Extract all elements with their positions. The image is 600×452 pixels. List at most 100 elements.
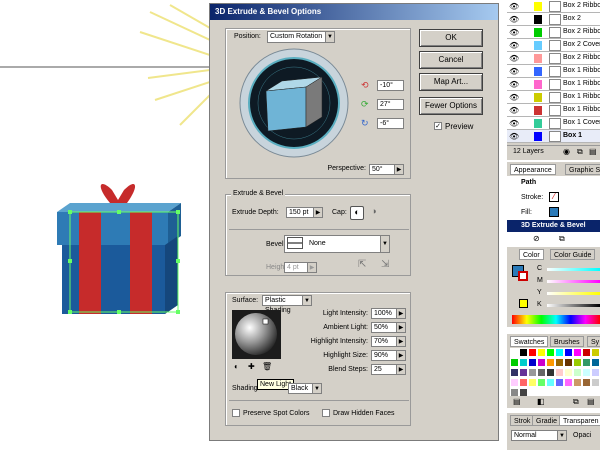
swatch[interactable] (510, 378, 519, 387)
tab-color[interactable]: Color (519, 249, 544, 260)
swatch[interactable] (546, 348, 555, 357)
layer-row[interactable]: 👁 Box 1 Ribbo (507, 104, 600, 117)
swatch[interactable] (591, 378, 600, 387)
move-light-back-icon[interactable]: ◐ (234, 362, 239, 371)
tab-brushes[interactable]: Brushes (550, 336, 584, 347)
tab-transparency[interactable]: Transparen (559, 415, 600, 426)
bevel-dropdown[interactable]: None ▼ (284, 235, 390, 253)
swatch[interactable] (528, 368, 537, 377)
fill-swatch[interactable] (549, 207, 559, 217)
extrude-depth-field[interactable]: 150 pt ▶ (286, 207, 323, 218)
cap-on-icon[interactable]: ◐ (350, 206, 364, 220)
layer-row[interactable]: 👁 Box 2 (507, 13, 600, 26)
swatch[interactable] (582, 348, 591, 357)
swatch-grid[interactable] (510, 348, 600, 397)
new-swatch-icon[interactable]: ⧉ (573, 397, 579, 407)
z-rotation-field[interactable]: -6° (377, 118, 404, 129)
position-dropdown[interactable]: Custom Rotation ▼ (267, 31, 335, 43)
swatch[interactable] (573, 348, 582, 357)
y-rotation-field[interactable]: 27° (377, 99, 404, 110)
preserve-spot-checkbox[interactable] (232, 409, 240, 417)
eye-icon[interactable]: 👁 (509, 2, 519, 11)
delete-layer-icon[interactable]: ▤ (589, 147, 597, 156)
light-intensity-field[interactable]: 100% ▶ (371, 308, 406, 319)
lighting-sphere[interactable] (232, 310, 281, 359)
swatch[interactable] (537, 368, 546, 377)
layer-row[interactable]: 👁 Box 2 Ribbo (507, 0, 600, 13)
tab-swatches[interactable]: Swatches (510, 336, 549, 347)
swatch[interactable] (573, 378, 582, 387)
x-rotation-field[interactable]: -10° (377, 80, 404, 91)
swatch[interactable] (582, 378, 591, 387)
layer-row[interactable]: 👁 Box 2 Cover (507, 39, 600, 52)
new-light-icon[interactable]: ✚ (248, 362, 255, 371)
eye-icon[interactable]: 👁 (509, 41, 519, 50)
swatch-libraries-icon[interactable]: ▤ (513, 397, 521, 406)
swatch[interactable] (555, 378, 564, 387)
draw-hidden-checkbox[interactable] (322, 409, 330, 417)
eye-icon[interactable]: 👁 (509, 93, 519, 102)
layer-row[interactable]: 👁 Box 1 Ribbo (507, 91, 600, 104)
delete-light-icon[interactable]: 🗑 (262, 362, 272, 371)
swatch[interactable] (528, 378, 537, 387)
swatch[interactable] (555, 358, 564, 367)
eye-icon[interactable]: 👁 (509, 15, 519, 24)
swatch[interactable] (510, 368, 519, 377)
swatch[interactable] (519, 378, 528, 387)
cancel-button[interactable]: Cancel (419, 51, 483, 69)
effect-row[interactable]: 3D Extrude & Bevel (507, 220, 600, 232)
swatch[interactable] (564, 348, 573, 357)
swatch[interactable] (573, 368, 582, 377)
layer-row[interactable]: 👁 Box 1 Ribbo (507, 78, 600, 91)
swatch[interactable] (519, 348, 528, 357)
layer-row[interactable]: 👁 Box 2 Ribbo (507, 52, 600, 65)
swatch[interactable] (582, 368, 591, 377)
swatch[interactable] (546, 358, 555, 367)
eye-icon[interactable]: 👁 (509, 67, 519, 76)
swatch[interactable] (564, 368, 573, 377)
tab-stroke[interactable]: Strok (510, 415, 535, 426)
swatch[interactable] (528, 358, 537, 367)
make-clip-icon[interactable]: ◉ (563, 147, 570, 156)
swatch[interactable] (555, 348, 564, 357)
fewer-options-button[interactable]: Fewer Options (419, 97, 483, 115)
swatch-kinds-icon[interactable]: ◧ (537, 397, 545, 406)
bevel-in-icon[interactable]: ⇲ (381, 259, 389, 270)
swatch[interactable] (564, 358, 573, 367)
layer-row[interactable]: 👁 Box 1 Cover (507, 117, 600, 130)
swatch[interactable] (591, 368, 600, 377)
layer-row[interactable]: 👁 Box 2 Ribbo (507, 26, 600, 39)
ambient-light-field[interactable]: 50% ▶ (371, 322, 406, 333)
preview-checkbox[interactable]: ✓ (434, 122, 442, 130)
swatch[interactable] (537, 378, 546, 387)
blend-mode-dropdown[interactable]: Normal ▼ (511, 430, 567, 441)
layer-row[interactable]: 👁 Box 1 Ribbo (507, 65, 600, 78)
layer-row[interactable]: 👁 Box 1 (507, 130, 600, 143)
eye-icon[interactable]: 👁 (509, 80, 519, 89)
eye-icon[interactable]: 👁 (509, 119, 519, 128)
new-layer-icon[interactable]: ⧉ (577, 147, 583, 157)
eye-icon[interactable]: 👁 (509, 28, 519, 37)
tab-symbols[interactable]: Sy (587, 336, 600, 347)
swatch[interactable] (573, 358, 582, 367)
swatch[interactable] (564, 378, 573, 387)
perspective-field[interactable]: 50° ▶ (369, 164, 404, 175)
eye-icon[interactable]: 👁 (509, 132, 519, 141)
swatch[interactable] (591, 348, 600, 357)
map-art-button[interactable]: Map Art... (419, 73, 483, 91)
swatch[interactable] (591, 358, 600, 367)
blend-steps-field[interactable]: 25 ▶ (371, 364, 406, 375)
swatch[interactable] (555, 368, 564, 377)
rotation-track-cube[interactable] (238, 47, 350, 159)
swatch[interactable] (537, 358, 546, 367)
stroke-none-icon[interactable]: ⁄ (549, 192, 559, 202)
delete-swatch-icon[interactable]: ▤ (587, 397, 595, 406)
swatch[interactable] (519, 358, 528, 367)
swatch[interactable] (582, 358, 591, 367)
highlight-intensity-field[interactable]: 70% ▶ (371, 336, 406, 347)
tab-color-guide[interactable]: Color Guide (550, 249, 596, 260)
tab-appearance[interactable]: Appearance (510, 164, 556, 175)
duplicate-item-icon[interactable]: ⧉ (559, 234, 565, 244)
eye-icon[interactable]: 👁 (509, 106, 519, 115)
swatch[interactable] (528, 348, 537, 357)
